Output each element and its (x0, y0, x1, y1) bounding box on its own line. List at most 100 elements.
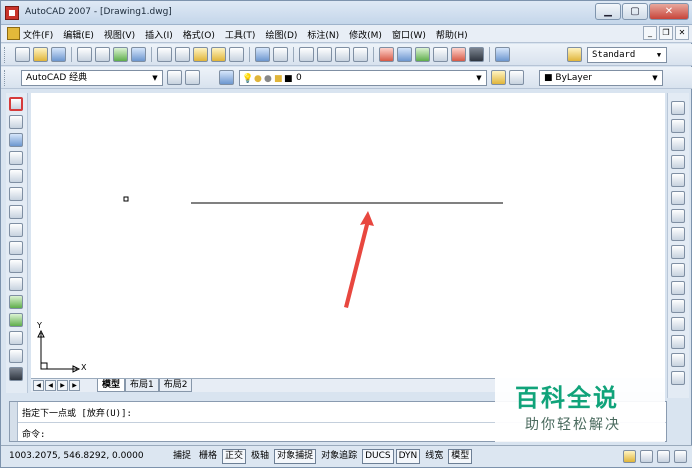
toolbar-grip[interactable] (4, 47, 7, 63)
ellipse-arc-icon[interactable] (9, 277, 23, 291)
clean-screen-icon[interactable] (674, 450, 687, 463)
fillet-icon[interactable] (671, 371, 685, 385)
doc-minimize-button[interactable]: _ (643, 26, 657, 40)
insert-block-icon[interactable] (9, 295, 23, 309)
doc-close-button[interactable]: ✕ (675, 26, 689, 40)
snap-toggle[interactable]: 捕捉 (170, 449, 194, 464)
break-at-point-icon[interactable] (671, 299, 685, 313)
arc-icon[interactable] (9, 187, 23, 201)
line-icon[interactable] (9, 97, 23, 111)
document-icon[interactable] (7, 27, 20, 40)
rectangle-icon[interactable] (9, 169, 23, 183)
ellipse-icon[interactable] (9, 259, 23, 273)
dyn-toggle[interactable]: DYN (395, 449, 421, 464)
menu-view[interactable]: 视图(V) (104, 28, 135, 41)
drawing-canvas[interactable]: Y X (31, 93, 665, 378)
menu-draw[interactable]: 绘图(D) (265, 28, 297, 41)
markup-icon[interactable] (451, 47, 466, 62)
make-block-icon[interactable] (9, 313, 23, 327)
prev-tab-icon[interactable]: ◀ (45, 380, 56, 391)
command-grip[interactable] (10, 402, 18, 441)
menu-insert[interactable]: 插入(I) (145, 28, 173, 41)
next-tab-icon[interactable]: ▶ (57, 380, 68, 391)
copy-icon[interactable] (175, 47, 190, 62)
revision-cloud-icon[interactable] (9, 223, 23, 237)
block-editor-icon[interactable] (229, 47, 244, 62)
grid-toggle[interactable]: 栅格 (196, 449, 220, 464)
properties-icon[interactable] (379, 47, 394, 62)
workspace-select[interactable]: AutoCAD 经典 ▼ (21, 70, 163, 86)
osnap-toggle[interactable]: 对象捕捉 (274, 449, 317, 464)
sheet-set-icon[interactable] (433, 47, 448, 62)
open-icon[interactable] (33, 47, 48, 62)
workspace-settings-icon[interactable] (167, 70, 182, 85)
close-button[interactable]: ✕ (649, 3, 689, 20)
save-icon[interactable] (51, 47, 66, 62)
layer-select[interactable]: 💡 ● ● ■ ■ 0 ▼ (239, 70, 487, 86)
menu-window[interactable]: 窗口(W) (392, 28, 426, 41)
offset-icon[interactable] (671, 155, 685, 169)
point-icon[interactable] (9, 331, 23, 345)
print-icon[interactable] (77, 47, 92, 62)
array-icon[interactable] (671, 173, 685, 187)
zoom-window-icon[interactable] (335, 47, 350, 62)
3d-dwf-icon[interactable] (131, 47, 146, 62)
doc-restore-button[interactable]: ❐ (659, 26, 673, 40)
tab-layout2[interactable]: 布局2 (158, 379, 193, 392)
zoom-previous-icon[interactable] (353, 47, 368, 62)
tab-model[interactable]: 模型 (97, 379, 126, 392)
color-select[interactable]: ■ ByLayer ▼ (539, 70, 663, 86)
layer-manager-icon[interactable] (219, 70, 234, 85)
toolbar-grip[interactable] (4, 70, 7, 86)
help-icon[interactable] (495, 47, 510, 62)
rotate-icon[interactable] (671, 209, 685, 223)
text-style-select[interactable]: Standard ▼ (587, 47, 667, 63)
cut-icon[interactable] (157, 47, 172, 62)
calculator-icon[interactable] (469, 47, 484, 62)
lock-toolbar-icon[interactable] (640, 450, 653, 463)
circle-icon[interactable] (9, 205, 23, 219)
stretch-icon[interactable] (671, 245, 685, 259)
my-workspace-icon[interactable] (185, 70, 200, 85)
construction-line-icon[interactable] (9, 115, 23, 129)
tool-palettes-icon[interactable] (415, 47, 430, 62)
make-current-layer-icon[interactable] (491, 70, 506, 85)
polyline-icon[interactable] (9, 133, 23, 147)
communication-center-icon[interactable] (623, 450, 636, 463)
otrack-toggle[interactable]: 对象追踪 (318, 449, 360, 464)
redo-icon[interactable] (273, 47, 288, 62)
menu-edit[interactable]: 编辑(E) (63, 28, 94, 41)
spline-icon[interactable] (9, 241, 23, 255)
copy-object-icon[interactable] (671, 119, 685, 133)
polar-toggle[interactable]: 极轴 (248, 449, 272, 464)
chamfer-icon[interactable] (671, 353, 685, 367)
move-icon[interactable] (671, 191, 685, 205)
minimize-button[interactable]: ▁ (595, 3, 621, 20)
ortho-toggle[interactable]: 正交 (222, 449, 247, 464)
publish-icon[interactable] (113, 47, 128, 62)
match-properties-icon[interactable] (211, 47, 226, 62)
polygon-icon[interactable] (9, 151, 23, 165)
maximize-button[interactable]: ▢ (622, 3, 648, 20)
paste-icon[interactable] (193, 47, 208, 62)
menu-modify[interactable]: 修改(M) (349, 28, 382, 41)
hatch-icon[interactable] (9, 349, 23, 363)
print-preview-icon[interactable] (95, 47, 110, 62)
menu-help[interactable]: 帮助(H) (436, 28, 468, 41)
menu-tools[interactable]: 工具(T) (225, 28, 256, 41)
menu-dimension[interactable]: 标注(N) (307, 28, 339, 41)
model-toggle[interactable]: 模型 (448, 449, 473, 464)
design-center-icon[interactable] (397, 47, 412, 62)
extend-icon[interactable] (671, 281, 685, 295)
last-tab-icon[interactable]: ▶ (69, 380, 80, 391)
coordinate-display[interactable]: 1003.2075, 546.8292, 0.0000 (9, 451, 144, 461)
gradient-icon[interactable] (9, 367, 23, 381)
tab-layout1[interactable]: 布局1 (125, 379, 159, 392)
command-input[interactable]: 命令: (22, 427, 45, 440)
lineweight-toggle[interactable]: 线宽 (422, 449, 446, 464)
new-icon[interactable] (15, 47, 30, 62)
undo-icon[interactable] (255, 47, 270, 62)
mirror-icon[interactable] (671, 137, 685, 151)
join-icon[interactable] (671, 335, 685, 349)
scale-icon[interactable] (671, 227, 685, 241)
